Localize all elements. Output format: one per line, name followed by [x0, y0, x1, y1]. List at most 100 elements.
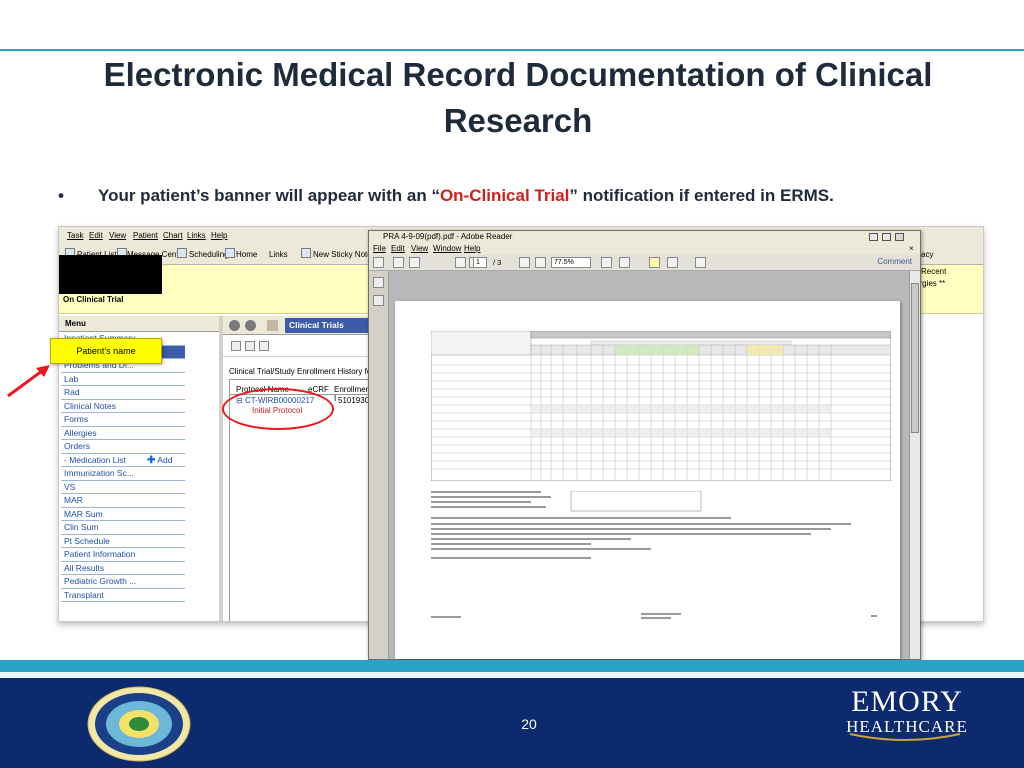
- menu-task[interactable]: Task: [67, 231, 83, 240]
- patient-name-callout: Patient’s name: [50, 338, 162, 364]
- pdf-table-image: [431, 331, 891, 481]
- menu-item-mar[interactable]: MAR: [61, 494, 185, 508]
- menu-item-transplant[interactable]: Transplant: [61, 589, 185, 602]
- back-icon[interactable]: [229, 320, 240, 331]
- footer-accent-band: [0, 660, 1024, 672]
- comment-button[interactable]: Comment: [877, 257, 912, 266]
- callout-arrow: [7, 365, 50, 398]
- menu-item-clinical-notes[interactable]: Clinical Notes: [61, 400, 185, 413]
- recent-button[interactable]: Recent: [921, 267, 946, 276]
- reader-title-bar: PRA 4-9-09(pdf).pdf - Adobe Reader: [369, 231, 920, 243]
- home-button[interactable]: Home: [236, 250, 257, 259]
- forward-icon[interactable]: [245, 320, 256, 331]
- medication-list-label: - Medication List: [64, 454, 126, 465]
- reader-menu-file[interactable]: File: [373, 244, 386, 253]
- menu-chart[interactable]: Chart: [163, 231, 183, 240]
- bullet-point: • Your patient’s banner will appear with …: [58, 186, 988, 206]
- menu-item-lab[interactable]: Lab: [61, 373, 185, 386]
- pharmacy-text: acy: [921, 250, 934, 259]
- reader-document-area: [389, 271, 909, 659]
- fit-width-icon[interactable]: [601, 257, 612, 268]
- reader-scrollbar[interactable]: [909, 271, 920, 659]
- zoom-out-icon[interactable]: [519, 257, 530, 268]
- close-icon[interactable]: [895, 233, 904, 241]
- slide-title: Electronic Medical Record Documentation …: [103, 56, 933, 139]
- menu-patient[interactable]: Patient: [133, 231, 158, 240]
- top-accent-rule: [0, 49, 1024, 51]
- menu-item-immunization[interactable]: Immunization Sc...: [61, 467, 185, 481]
- open-icon[interactable]: [373, 257, 384, 268]
- home-icon: [225, 248, 235, 258]
- pdf-footnotes-image: [431, 491, 877, 619]
- pdf-page: [395, 301, 900, 659]
- zoom-field[interactable]: 77.5%: [551, 257, 591, 268]
- menu-item-allergies[interactable]: Allergies: [61, 427, 185, 440]
- clinical-trials-title: Clinical Trials: [285, 318, 369, 333]
- menu-view[interactable]: View: [109, 231, 126, 240]
- highlight-circle: [222, 388, 334, 430]
- scheduling-button[interactable]: Scheduling: [189, 250, 229, 259]
- menu-item-pediatric-growth[interactable]: Pediatric Growth ...: [61, 575, 185, 589]
- fit-page-icon[interactable]: [619, 257, 630, 268]
- emory-logo-word: EMORY: [851, 685, 963, 718]
- chart-menu-list: Inpatient Summary Clinical Trials Proble…: [61, 332, 185, 602]
- edit-icon[interactable]: [245, 341, 255, 351]
- sign-icon[interactable]: [667, 257, 678, 268]
- sticky-note-icon: [301, 248, 311, 258]
- page-number: 20: [521, 716, 537, 732]
- bullet-marker: •: [58, 186, 64, 205]
- menu-help[interactable]: Help: [211, 231, 227, 240]
- banner-right-edge: acy Recent ergies **: [911, 250, 983, 314]
- reader-menu-view[interactable]: View: [411, 244, 428, 253]
- menu-item-clin-sum[interactable]: Clin Sum: [61, 521, 185, 535]
- clinical-trials-toolbar: [223, 335, 371, 357]
- menu-item-orders[interactable]: Orders: [61, 440, 185, 454]
- home-nav-icon[interactable]: [267, 320, 278, 331]
- attachment-icon[interactable]: [373, 295, 384, 306]
- doc-close-icon[interactable]: ×: [909, 244, 914, 253]
- maximize-icon[interactable]: [882, 233, 891, 241]
- menu-item-vs[interactable]: VS: [61, 481, 185, 494]
- menu-item-all-results[interactable]: All Results: [61, 562, 185, 575]
- scrollbar-thumb[interactable]: [911, 283, 919, 433]
- adobe-reader-window: PRA 4-9-09(pdf).pdf - Adobe Reader File …: [368, 230, 921, 660]
- menu-edit[interactable]: Edit: [89, 231, 103, 240]
- menu-item-medication-list[interactable]: - Medication List ✚ Add: [61, 454, 185, 467]
- bullet-highlight: On-Clinical Trial: [439, 186, 570, 205]
- print-icon[interactable]: [393, 257, 404, 268]
- email-icon[interactable]: [409, 257, 420, 268]
- reader-menu-edit[interactable]: Edit: [391, 244, 405, 253]
- links-button[interactable]: Links: [269, 250, 288, 259]
- page-total: / 3: [493, 258, 502, 267]
- reader-side-panel: [369, 271, 389, 659]
- bullet-text-after: ” notification if entered in ERMS.: [569, 186, 834, 205]
- expand-icon[interactable]: [695, 257, 706, 268]
- document-icon[interactable]: [231, 341, 241, 351]
- previous-page-icon[interactable]: [455, 257, 466, 268]
- menu-item-mar-sum[interactable]: MAR Sum: [61, 508, 185, 521]
- menu-header: Menu: [59, 316, 219, 332]
- minimize-icon[interactable]: [869, 233, 878, 241]
- panel-splitter[interactable]: [219, 316, 223, 621]
- menu-item-patient-information[interactable]: Patient Information: [61, 548, 185, 562]
- reader-menu-window[interactable]: Window: [433, 244, 461, 253]
- print-icon[interactable]: [259, 341, 269, 351]
- redacted-patient-name: [59, 255, 162, 294]
- menu-item-rad[interactable]: Rad: [61, 386, 185, 400]
- menu-links[interactable]: Links: [187, 231, 206, 240]
- comment-bubble-icon[interactable]: [649, 257, 660, 268]
- menu-item-forms[interactable]: Forms: [61, 413, 185, 427]
- add-label: Add: [157, 454, 173, 465]
- enrollment-number: 5101930: [338, 396, 370, 405]
- menu-item-pt-schedule[interactable]: Pt Schedule: [61, 535, 185, 548]
- zoom-in-icon[interactable]: [535, 257, 546, 268]
- reader-title: PRA 4-9-09(pdf).pdf - Adobe Reader: [383, 232, 513, 241]
- new-sticky-note-button[interactable]: New Sticky Note: [313, 250, 372, 259]
- page-number-field[interactable]: 1: [473, 257, 487, 268]
- reader-toolbar: 1 / 3 77.5% Comment: [369, 254, 920, 271]
- bullet-text-before: Your patient’s banner will appear with a…: [98, 186, 440, 205]
- on-clinical-trial-label: On Clinical Trial: [63, 295, 124, 304]
- reader-menu-help[interactable]: Help: [464, 244, 480, 253]
- pages-icon[interactable]: [373, 277, 384, 288]
- add-medication-button[interactable]: ✚ Add: [147, 454, 172, 467]
